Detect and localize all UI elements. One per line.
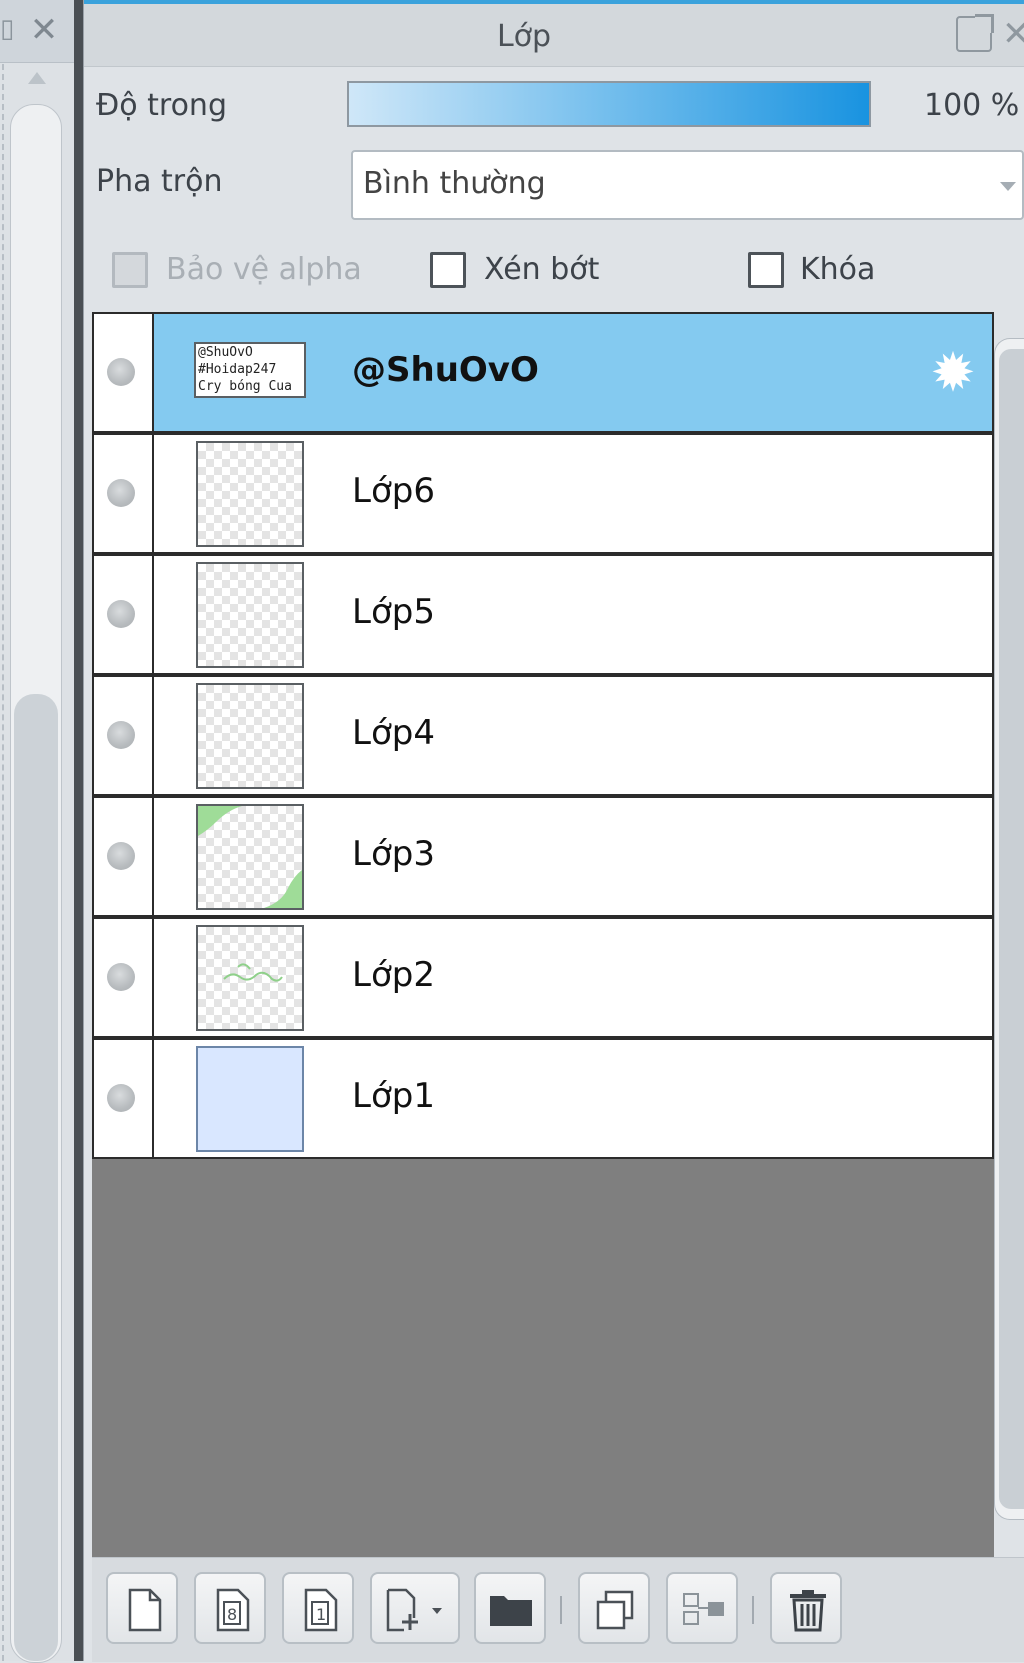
eye-icon [107, 479, 135, 507]
layer-list-scrollbar[interactable] [994, 338, 1024, 1520]
chevron-down-icon [1000, 182, 1016, 191]
panel-titlebar: Lớp ✕ [84, 4, 1024, 67]
eye-icon [107, 721, 135, 749]
new-folder-button[interactable] [474, 1572, 546, 1644]
thumb-text-line: #Hoidap247 [198, 362, 277, 377]
duplicate-layer-button[interactable] [578, 1572, 650, 1644]
visibility-toggle[interactable] [94, 435, 154, 552]
left-dock-strip: ▯ ✕ [0, 0, 74, 1663]
left-scrollbar-thumb[interactable] [14, 694, 58, 1661]
new-8bit-layer-button[interactable]: 8 [194, 1572, 266, 1644]
visibility-toggle[interactable] [94, 556, 154, 673]
alpha-protect-label: Bảo vệ alpha [166, 252, 362, 287]
layer-panel: Lớp ✕ Độ trong 100 % Pha trộn Bình thườn… [84, 0, 1024, 1662]
thumb-text-line: @ShuOvO [198, 345, 253, 360]
layer-row[interactable]: Lớp5 [92, 554, 994, 675]
opacity-label: Độ trong [96, 88, 227, 123]
layer-name: Lớp5 [352, 592, 435, 632]
merge-layer-icon [683, 1593, 724, 1625]
layer-row[interactable]: Lớp4 [92, 675, 994, 796]
alpha-protect-checkbox [112, 252, 148, 288]
layer-row[interactable]: Lớp6 [92, 433, 994, 554]
new-1bit-layer-button[interactable]: 1 [282, 1572, 354, 1644]
layer-row[interactable]: Lớp3 [92, 796, 994, 917]
visibility-toggle[interactable] [94, 1040, 154, 1157]
eye-icon [107, 358, 135, 386]
new-1bit-layer-icon: 1 [304, 1588, 338, 1632]
panel-title: Lớp [496, 19, 552, 54]
scroll-up-icon[interactable] [28, 72, 46, 84]
eye-icon [107, 842, 135, 870]
visibility-toggle[interactable] [94, 919, 154, 1036]
visibility-toggle[interactable] [94, 314, 154, 431]
clipping-label: Xén bớt [484, 252, 600, 287]
layer-thumbnail [196, 925, 304, 1031]
layer-name: Lớp3 [352, 834, 435, 874]
layer-row[interactable]: @ShuOvO #Hoidap247 Cry bóng Cua @ShuOvO … [92, 312, 994, 433]
svg-text:8: 8 [227, 1605, 237, 1624]
layer-thumbnail [196, 562, 304, 668]
layer-row[interactable]: Lớp2 [92, 917, 994, 1038]
layer-thumbnail: @ShuOvO #Hoidap247 Cry bóng Cua [194, 342, 306, 398]
add-layer-dropdown-button[interactable] [370, 1572, 460, 1644]
blend-mode-select[interactable]: Bình thường [351, 150, 1024, 220]
lock-label: Khóa [800, 252, 876, 287]
layer-name: Lớp4 [352, 713, 435, 753]
scrollbar-thumb[interactable] [999, 349, 1024, 1509]
opacity-slider[interactable] [347, 81, 871, 127]
layer-thumbnail [196, 441, 304, 547]
new-folder-icon [490, 1596, 532, 1626]
layer-name: Lớp1 [352, 1076, 435, 1116]
popout-icon[interactable]: ▯ [0, 14, 14, 44]
popout-icon[interactable] [956, 14, 994, 52]
visibility-toggle[interactable] [94, 677, 154, 794]
merge-layer-button[interactable] [666, 1572, 738, 1644]
visibility-toggle[interactable] [94, 798, 154, 915]
duplicate-layer-icon [596, 1590, 634, 1630]
clipping-checkbox[interactable] [430, 252, 466, 288]
eye-icon [107, 600, 135, 628]
layer-name: Lớp6 [352, 471, 435, 511]
left-dock-titlebar: ▯ ✕ [0, 0, 74, 63]
layer-row[interactable]: Lớp1 [92, 1038, 994, 1159]
eye-icon [107, 1084, 135, 1112]
layer-name: Lớp2 [352, 955, 435, 995]
new-layer-icon [128, 1588, 162, 1632]
eye-icon [107, 963, 135, 991]
close-icon[interactable]: ✕ [1002, 12, 1024, 56]
blend-mode-value: Bình thường [363, 166, 546, 201]
add-layer-dropdown-icon [386, 1588, 442, 1632]
new-layer-button[interactable] [106, 1572, 178, 1644]
delete-layer-icon [790, 1590, 826, 1632]
thumb-text-line: Cry bóng Cua [198, 379, 292, 394]
toolbar-separator [752, 1596, 754, 1624]
layer-name: @ShuOvO [352, 350, 539, 390]
layer-list[interactable]: @ShuOvO #Hoidap247 Cry bóng Cua @ShuOvO … [92, 312, 994, 1557]
toolbar-separator [560, 1596, 562, 1624]
gear-icon[interactable]: ✹ [926, 346, 980, 400]
close-icon[interactable]: ✕ [26, 12, 62, 48]
svg-text:1: 1 [316, 1605, 326, 1624]
panel-divider[interactable] [74, 0, 84, 1661]
layer-toolbar: 8 1 [92, 1557, 1024, 1662]
dock-edge [2, 64, 4, 1661]
layer-thumbnail [196, 804, 304, 910]
new-8bit-layer-icon: 8 [216, 1588, 250, 1632]
layer-thumbnail [196, 1046, 304, 1152]
layer-thumbnail [196, 683, 304, 789]
opacity-value: 100 % [924, 88, 1020, 123]
blend-mode-label: Pha trộn [96, 164, 223, 199]
lock-checkbox[interactable] [748, 252, 784, 288]
thumb-art [198, 806, 302, 908]
thumb-art [223, 963, 283, 982]
delete-layer-button[interactable] [770, 1572, 842, 1644]
